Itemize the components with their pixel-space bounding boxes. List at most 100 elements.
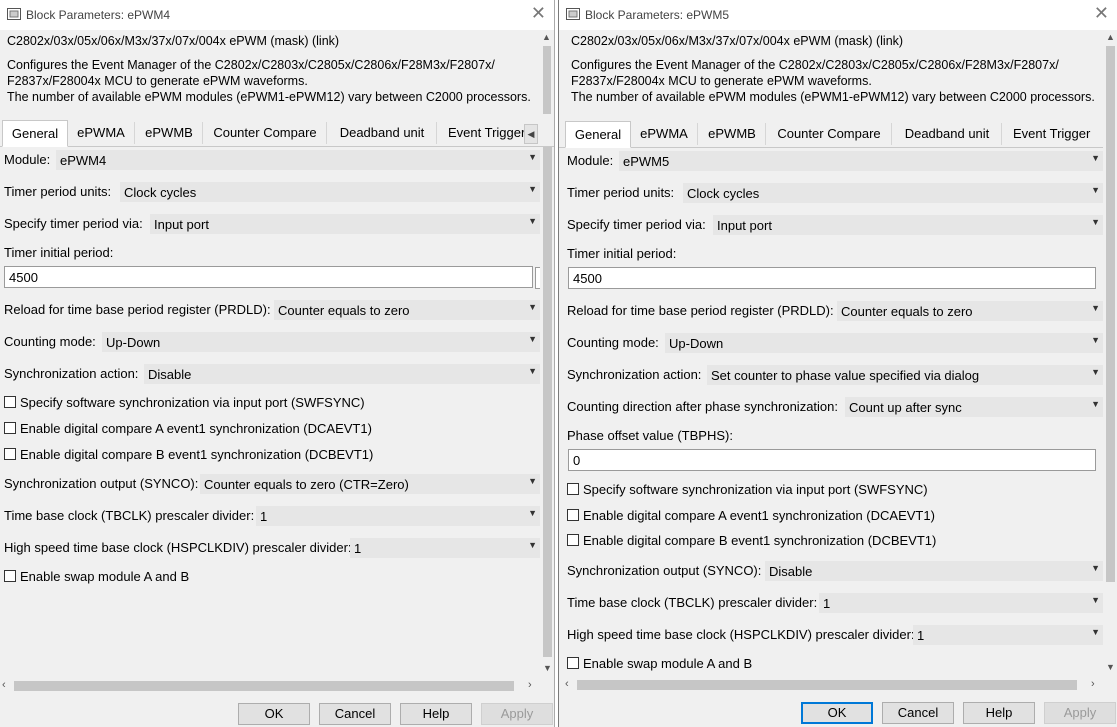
dcbevt1-checkbox[interactable] xyxy=(567,534,579,546)
panel-scrollbar[interactable]: ▼ xyxy=(540,147,554,677)
sync-action-dropdown[interactable]: Set counter to phase value specified via… xyxy=(707,365,1103,385)
tab-counter-compare[interactable]: Counter Compare xyxy=(767,123,892,145)
panel-scrollbar[interactable]: ▲ ▼ xyxy=(1103,30,1117,676)
tab-bar: General ePWMA ePWMB Counter Compare Dead… xyxy=(0,120,554,147)
swfsync-label: Specify software synchronization via inp… xyxy=(20,395,365,410)
tbclk-dropdown[interactable]: 1 ▼ xyxy=(819,593,1103,613)
arrow-up-icon[interactable]: ▲ xyxy=(1106,32,1115,42)
swap-checkbox[interactable] xyxy=(567,657,579,669)
dcbevt1-label: Enable digital compare B event1 synchron… xyxy=(583,533,937,548)
dcbevt1-checkbox[interactable] xyxy=(4,448,16,460)
hspclkdiv-value: 1 xyxy=(917,628,925,643)
timer-period-units-dropdown[interactable]: Clock cycles ▼ xyxy=(683,183,1103,203)
counting-mode-dropdown[interactable]: Up-Down ▼ xyxy=(665,333,1103,353)
apply-button[interactable]: Apply xyxy=(1044,702,1116,724)
count-direction-value: Count up after sync xyxy=(849,400,962,415)
arrow-left-icon[interactable]: ‹ xyxy=(2,679,6,691)
ok-button[interactable]: OK xyxy=(238,703,310,725)
scrollbar-thumb[interactable] xyxy=(543,46,551,114)
cancel-button[interactable]: Cancel xyxy=(882,702,954,724)
module-dropdown[interactable]: ePWM4 ▼ xyxy=(56,150,540,170)
title-bar[interactable]: Block Parameters: ePWM5 ✕ xyxy=(559,0,1117,30)
reload-dropdown[interactable]: Counter equals to zero ▼ xyxy=(274,300,540,320)
swfsync-label: Specify software synchronization via inp… xyxy=(583,482,928,497)
scrollbar-thumb[interactable] xyxy=(1106,46,1115,582)
timer-initial-period-input[interactable]: 4500 xyxy=(568,267,1096,289)
tab-epwmb[interactable]: ePWMB xyxy=(136,122,203,144)
chevron-down-icon: ▼ xyxy=(1091,185,1100,195)
timer-initial-period-input[interactable]: 4500 xyxy=(4,266,533,288)
description-scrollbar[interactable]: ▲ xyxy=(541,30,553,114)
tab-counter-compare[interactable]: Counter Compare xyxy=(204,122,327,144)
hspclkdiv-dropdown[interactable]: 1 ▼ xyxy=(913,625,1103,645)
close-icon[interactable]: ✕ xyxy=(1094,4,1109,22)
tab-epwma[interactable]: ePWMA xyxy=(631,123,698,145)
window-title: Block Parameters: ePWM5 xyxy=(585,8,730,22)
apply-button[interactable]: Apply xyxy=(481,703,553,725)
arrow-right-icon[interactable]: › xyxy=(528,679,532,691)
arrow-left-icon[interactable]: ‹ xyxy=(565,678,569,690)
arrow-down-icon[interactable]: ▼ xyxy=(1106,662,1115,672)
specify-timer-period-dropdown[interactable]: Input port ▼ xyxy=(713,215,1103,235)
phase-offset-input[interactable]: 0 xyxy=(568,449,1096,471)
tab-general[interactable]: General xyxy=(2,120,68,147)
close-icon[interactable]: ✕ xyxy=(531,4,546,22)
dcaevt1-label: Enable digital compare A event1 synchron… xyxy=(20,421,372,436)
swap-checkbox[interactable] xyxy=(4,570,16,582)
tab-bar: General ePWMA ePWMB Counter Compare Dead… xyxy=(559,121,1117,148)
sync-action-dropdown[interactable]: Disable ▼ xyxy=(144,364,540,384)
specify-timer-period-dropdown[interactable]: Input port ▼ xyxy=(150,214,540,234)
tab-event-trigger[interactable]: Event Trigger xyxy=(438,122,526,144)
chevron-down-icon: ▼ xyxy=(528,184,537,194)
arrow-left-icon[interactable]: ◀ xyxy=(524,124,538,144)
description-line: The number of available ePWM modules (eP… xyxy=(571,90,1095,104)
hspclkdiv-label: High speed time base clock (HSPCLKDIV) p… xyxy=(4,540,352,555)
tab-event-trigger[interactable]: Event Trigger xyxy=(1003,123,1103,145)
horizontal-scrollbar[interactable]: ‹ › xyxy=(559,677,1103,693)
general-panel: Module: ePWM5 ▼ Timer period units: Cloc… xyxy=(559,148,1103,676)
timer-period-units-dropdown[interactable]: Clock cycles ▼ xyxy=(120,182,540,202)
tab-deadband-unit[interactable]: Deadband unit xyxy=(893,123,1002,145)
tbclk-dropdown[interactable]: 1 ▼ xyxy=(256,506,540,526)
module-label: Module: xyxy=(4,152,51,167)
button-bar: OK Cancel Help Apply xyxy=(0,701,554,727)
dcaevt1-checkbox[interactable] xyxy=(4,422,16,434)
help-button[interactable]: Help xyxy=(400,703,472,725)
hspclkdiv-dropdown[interactable]: 1 ▼ xyxy=(350,538,540,558)
tab-epwma[interactable]: ePWMA xyxy=(68,122,135,144)
synco-dropdown[interactable]: Counter equals to zero (CTR=Zero) ▼ xyxy=(200,474,540,494)
counting-mode-label: Counting mode: xyxy=(4,334,96,349)
timer-initial-period-label: Timer initial period: xyxy=(4,245,114,260)
module-dropdown[interactable]: ePWM5 ▼ xyxy=(619,151,1103,171)
scrollbar-thumb[interactable] xyxy=(14,681,514,691)
tab-epwmb[interactable]: ePWMB xyxy=(699,123,766,145)
hspclkdiv-label: High speed time base clock (HSPCLKDIV) p… xyxy=(567,627,915,642)
description-line: F2837x/F28004x MCU to generate ePWM wave… xyxy=(7,74,308,88)
chevron-down-icon: ▼ xyxy=(528,152,537,162)
title-bar[interactable]: Block Parameters: ePWM4 ✕ xyxy=(0,0,554,30)
dcaevt1-checkbox[interactable] xyxy=(567,509,579,521)
chevron-down-icon: ▼ xyxy=(528,302,537,312)
ok-button[interactable]: OK xyxy=(801,702,873,724)
swfsync-checkbox[interactable] xyxy=(4,396,16,408)
swfsync-checkbox[interactable] xyxy=(567,483,579,495)
counting-mode-dropdown[interactable]: Up-Down ▼ xyxy=(102,332,540,352)
horizontal-scrollbar[interactable]: ‹ › xyxy=(0,678,540,694)
arrow-down-icon[interactable]: ▼ xyxy=(543,663,552,673)
cancel-button[interactable]: Cancel xyxy=(319,703,391,725)
arrow-up-icon[interactable]: ▲ xyxy=(542,32,551,42)
timer-period-units-label: Timer period units: xyxy=(4,184,112,199)
arrow-right-icon[interactable]: › xyxy=(1091,678,1095,690)
tab-deadband-unit[interactable]: Deadband unit xyxy=(328,122,437,144)
count-direction-dropdown[interactable]: Count up after sync ▼ xyxy=(845,397,1103,417)
scrollbar-thumb[interactable] xyxy=(543,147,552,657)
reload-dropdown[interactable]: Counter equals to zero ▼ xyxy=(837,301,1103,321)
tbclk-label: Time base clock (TBCLK) prescaler divide… xyxy=(567,595,818,610)
help-button[interactable]: Help xyxy=(963,702,1035,724)
synco-dropdown[interactable]: Disable ▼ xyxy=(765,561,1103,581)
scrollbar-thumb[interactable] xyxy=(577,680,1077,690)
chevron-down-icon: ▼ xyxy=(528,508,537,518)
tab-general[interactable]: General xyxy=(565,121,631,148)
swap-label: Enable swap module A and B xyxy=(20,569,190,584)
chevron-down-icon: ▼ xyxy=(528,366,537,376)
